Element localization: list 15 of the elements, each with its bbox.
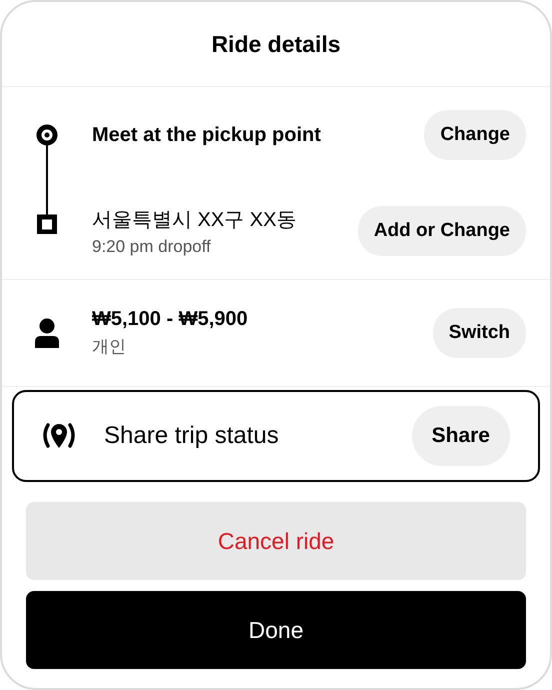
- share-trip-label: Share trip status: [104, 422, 280, 450]
- done-button[interactable]: Done: [26, 591, 526, 669]
- dropoff-time: 9:20 pm dropoff: [92, 236, 212, 256]
- change-pickup-button[interactable]: Change: [424, 110, 526, 160]
- dropoff-address: 서울특별시 XX구 XX동: [92, 208, 298, 232]
- cancel-ride-button[interactable]: Cancel ride: [26, 502, 526, 580]
- change-dropoff-button[interactable]: Add or Change: [358, 206, 526, 256]
- switch-button[interactable]: Switch: [432, 308, 526, 358]
- location-broadcast-icon: [41, 422, 77, 450]
- payment-profile: 개인: [92, 336, 127, 358]
- fare-range: ₩5,100 - ₩5,900: [92, 308, 249, 331]
- person-icon: [33, 318, 61, 348]
- share-button[interactable]: Share: [412, 406, 510, 466]
- pickup-label: Meet at the pickup point: [92, 124, 322, 146]
- sheet-title: Ride details: [2, 2, 550, 87]
